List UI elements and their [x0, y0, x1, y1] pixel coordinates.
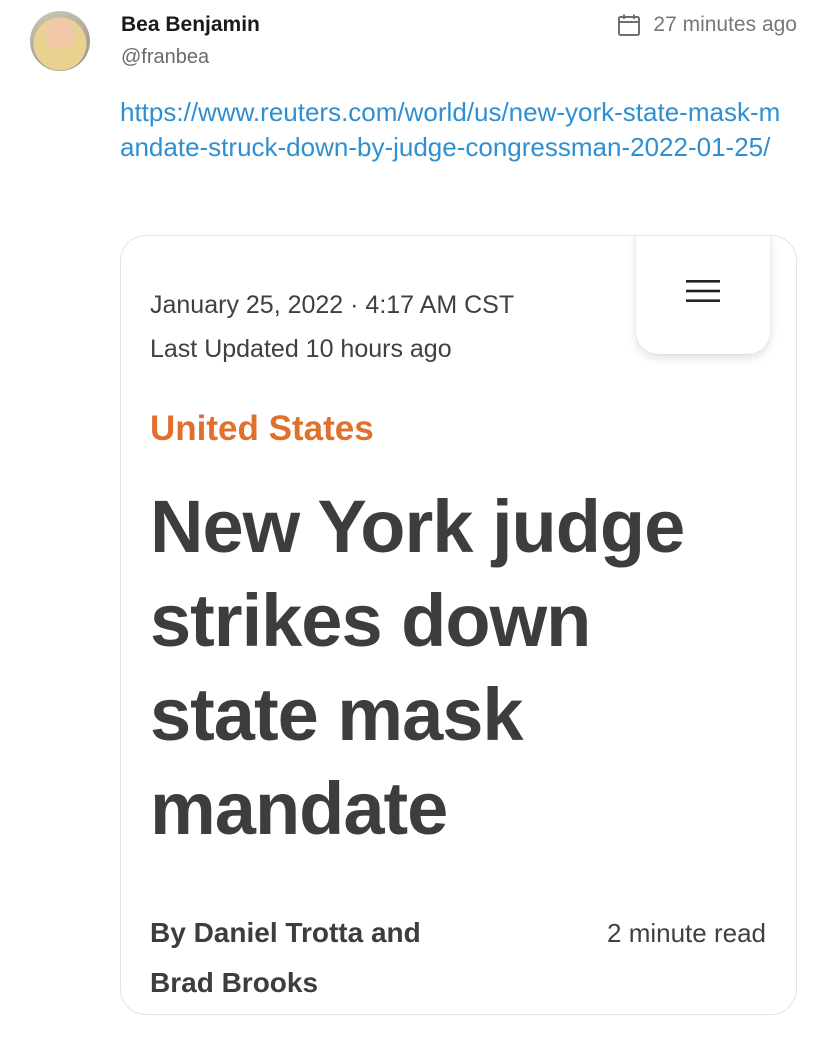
hamburger-menu-icon [686, 278, 720, 309]
read-time: 2 minute read [607, 918, 766, 948]
article-byline: By Daniel Trotta and Brad Brooks [150, 917, 421, 998]
menu-button[interactable] [636, 236, 770, 354]
timestamp-text: 27 minutes ago [653, 13, 797, 36]
article-updated: Last Updated 10 hours ago [150, 335, 452, 363]
article-link[interactable]: https://www.reuters.com/world/us/new-yor… [120, 95, 790, 165]
author-name[interactable]: Bea Benjamin [121, 13, 260, 37]
social-post: Bea Benjamin @franbea 27 minutes ago htt… [0, 0, 828, 1037]
link-preview-card[interactable]: January 25, 2022 · 4:17 AM CST Last Upda… [120, 235, 797, 1015]
author-handle[interactable]: @franbea [121, 46, 209, 69]
article-section-label[interactable]: United States [150, 409, 374, 449]
author-avatar[interactable] [30, 11, 90, 71]
calendar-icon [617, 13, 641, 37]
article-headline: New York judge strikes down state mask m… [150, 485, 685, 850]
article-date: January 25, 2022 · 4:17 AM CST [150, 291, 515, 319]
post-timestamp: 27 minutes ago [617, 13, 797, 37]
